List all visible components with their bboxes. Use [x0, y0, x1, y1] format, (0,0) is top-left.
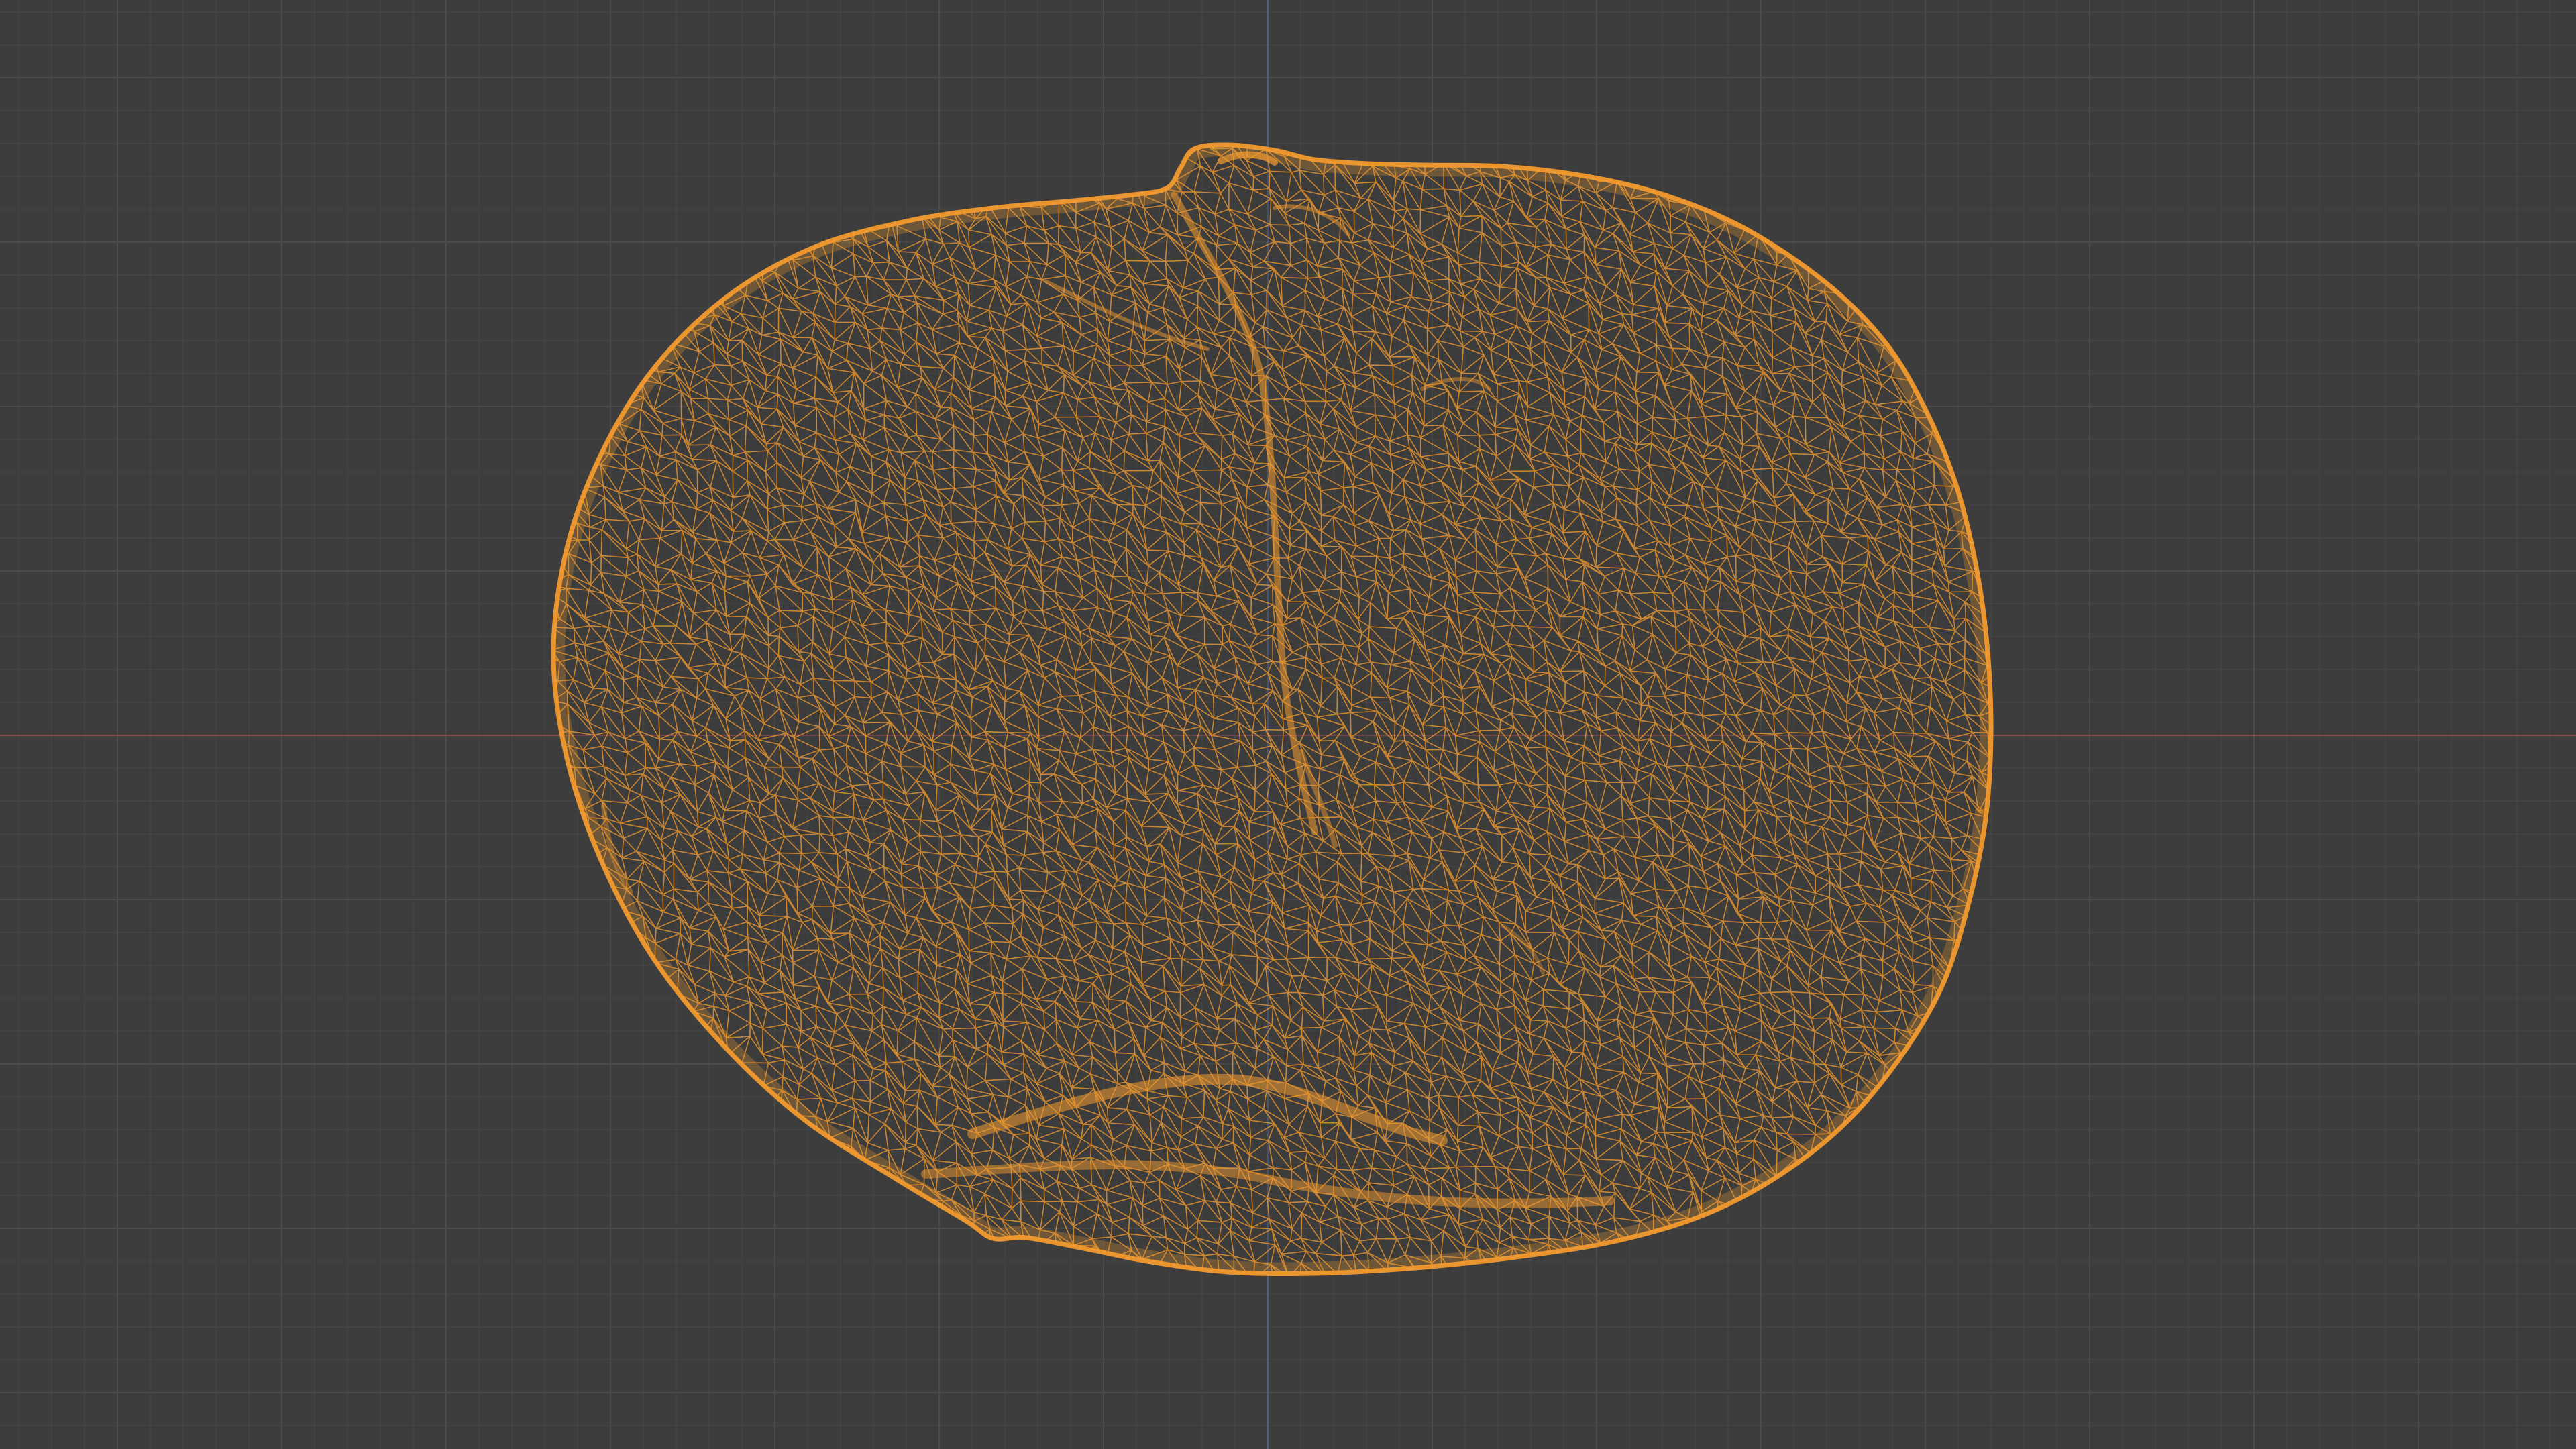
- 3d-viewport[interactable]: [0, 0, 2576, 1449]
- viewport-canvas[interactable]: [0, 0, 2576, 1449]
- wireframe-mesh[interactable]: [531, 133, 2008, 1296]
